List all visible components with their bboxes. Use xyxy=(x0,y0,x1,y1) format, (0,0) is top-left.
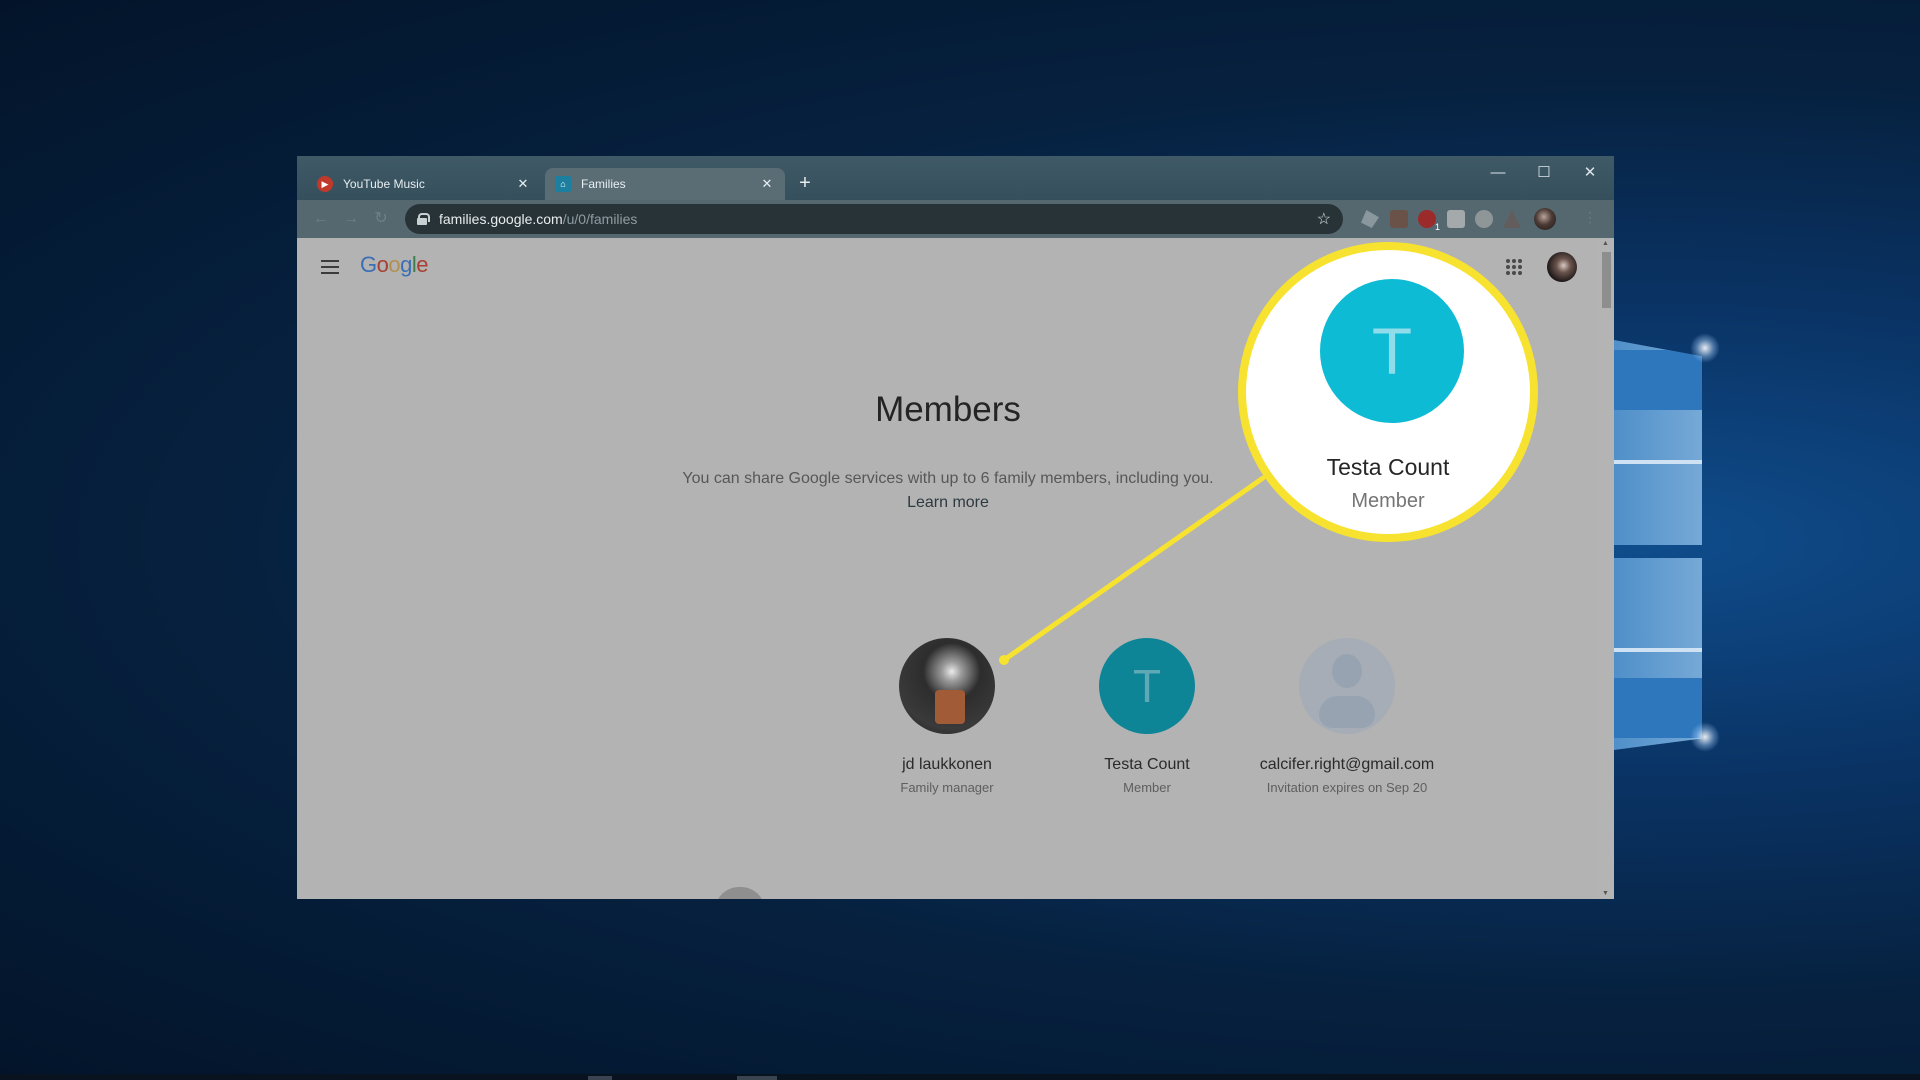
browser-toolbar: ← → ↻ families.google.com /u/0/families … xyxy=(297,200,1614,238)
close-window-button[interactable]: ✕ xyxy=(1567,158,1613,188)
extension-faded-icon[interactable] xyxy=(1503,210,1521,228)
google-logo[interactable]: Google xyxy=(360,252,429,278)
url-host: families.google.com xyxy=(439,211,563,227)
back-arrow-icon[interactable]: ← xyxy=(311,209,331,229)
close-tab-icon[interactable]: ✕ xyxy=(759,176,775,192)
minimize-button[interactable]: — xyxy=(1475,158,1521,188)
new-tab-button[interactable]: + xyxy=(793,172,817,196)
extension-film-reel-icon[interactable] xyxy=(1475,210,1493,228)
member-card[interactable]: jd laukkonen Family manager xyxy=(847,638,1047,795)
member-avatar-photo xyxy=(899,638,995,734)
member-avatar-placeholder xyxy=(1299,638,1395,734)
taskbar-item[interactable] xyxy=(588,1076,612,1080)
extension-feather-icon[interactable] xyxy=(1361,210,1379,228)
member-name: calcifer.right@gmail.com xyxy=(1259,756,1435,773)
url-path: /u/0/families xyxy=(562,211,638,227)
hamburger-menu-icon[interactable] xyxy=(321,260,339,274)
member-card[interactable]: calcifer.right@gmail.com Invitation expi… xyxy=(1247,638,1447,795)
wallpaper-glow xyxy=(1690,333,1720,363)
tab-strip: ▶ YouTube Music ✕ ⌂ Families ✕ + — ☐ ✕ xyxy=(297,156,1614,200)
extension-ublock-icon[interactable] xyxy=(1418,210,1436,228)
tab-families[interactable]: ⌂ Families ✕ xyxy=(545,168,785,200)
member-role: Member xyxy=(1123,780,1171,795)
tab-title: YouTube Music xyxy=(343,177,425,191)
scrollbar-thumb[interactable] xyxy=(1602,252,1611,308)
tab-youtube-music[interactable]: ▶ YouTube Music ✕ xyxy=(307,168,541,200)
account-avatar[interactable] xyxy=(1547,252,1577,282)
chrome-profile-avatar[interactable] xyxy=(1534,208,1556,230)
callout-member-name: Testa Count xyxy=(1326,454,1450,480)
chrome-menu-icon[interactable]: ⋮ xyxy=(1583,209,1597,226)
maximize-button[interactable]: ☐ xyxy=(1521,158,1567,188)
youtube-music-icon: ▶ xyxy=(317,176,333,192)
member-role: Family manager xyxy=(900,780,994,795)
add-member-avatar-partial[interactable] xyxy=(715,887,765,899)
tab-title: Families xyxy=(581,177,626,191)
extension-window-icon[interactable] xyxy=(1447,210,1465,228)
reload-icon[interactable]: ↻ xyxy=(371,209,391,229)
address-bar[interactable]: families.google.com /u/0/families ☆ xyxy=(405,204,1343,234)
windows-logo-pane-bottom xyxy=(1614,558,1702,750)
extension-image-icon[interactable] xyxy=(1390,210,1408,228)
close-tab-icon[interactable]: ✕ xyxy=(515,176,531,192)
taskbar-item[interactable] xyxy=(737,1076,777,1080)
wallpaper-glow xyxy=(1690,722,1720,752)
zoom-callout: T Testa Count Member xyxy=(1238,242,1538,542)
callout-avatar: T xyxy=(1320,279,1464,423)
member-avatar-initial: T xyxy=(1099,638,1195,734)
member-name: Testa Count xyxy=(1104,756,1190,773)
google-apps-icon[interactable] xyxy=(1506,259,1522,275)
member-card[interactable]: T Testa Count Member xyxy=(1047,638,1247,795)
windows-logo-pane-top xyxy=(1614,340,1702,545)
bookmark-star-icon[interactable]: ☆ xyxy=(1317,209,1331,229)
google-families-icon: ⌂ xyxy=(555,176,571,192)
windows-logo-wallpaper xyxy=(1614,330,1704,760)
taskbar xyxy=(0,1074,1920,1080)
scroll-down-arrow-icon[interactable]: ▼ xyxy=(1602,890,1609,897)
extension-badge-count: 1 xyxy=(1435,222,1441,232)
lock-icon[interactable] xyxy=(417,213,430,225)
member-name: jd laukkonen xyxy=(902,756,992,773)
forward-arrow-icon[interactable]: → xyxy=(341,209,361,229)
scrollbar[interactable]: ▲ ▼ xyxy=(1599,238,1614,899)
member-role: Invitation expires on Sep 20 xyxy=(1266,780,1428,795)
callout-member-role: Member xyxy=(1351,490,1425,512)
scroll-up-arrow-icon[interactable]: ▲ xyxy=(1602,240,1609,247)
